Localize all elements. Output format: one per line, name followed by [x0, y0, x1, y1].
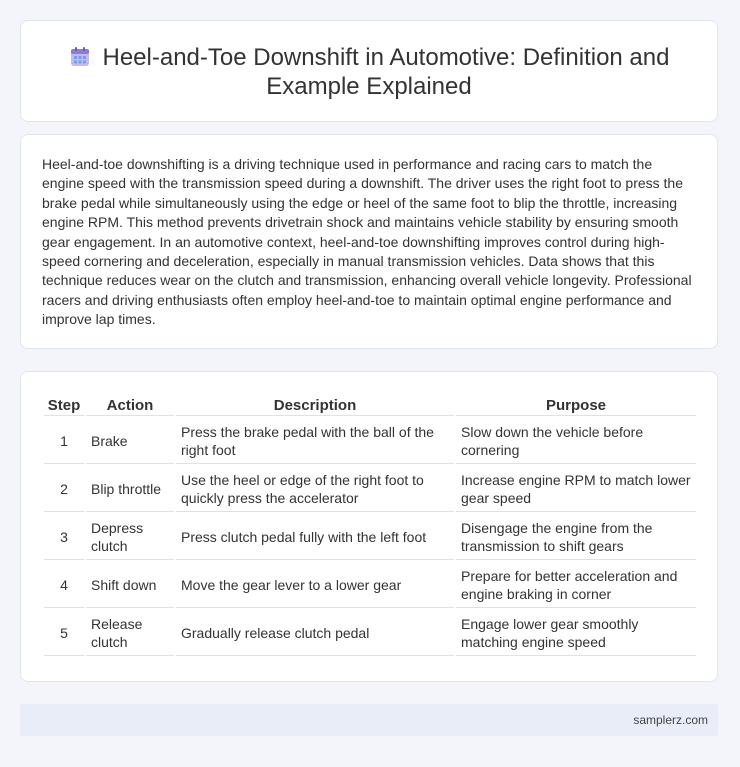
- footer: samplerz.com: [20, 704, 718, 736]
- step-action: Blip throttle: [86, 466, 174, 512]
- table-row: 4 Shift down Move the gear lever to a lo…: [44, 562, 696, 608]
- intro-card: Heel-and-toe downshifting is a driving t…: [20, 134, 718, 349]
- step-action: Shift down: [86, 562, 174, 608]
- step-purpose: Disengage the engine from the transmissi…: [456, 514, 696, 560]
- column-header-description: Description: [176, 394, 454, 416]
- calendar-grid-icon: [69, 46, 91, 68]
- step-description: Gradually release clutch pedal: [176, 610, 454, 656]
- step-description: Press clutch pedal fully with the left f…: [176, 514, 454, 560]
- intro-paragraph: Heel-and-toe downshifting is a driving t…: [42, 156, 692, 328]
- column-header-purpose: Purpose: [456, 394, 696, 416]
- step-description: Press the brake pedal with the ball of t…: [176, 418, 454, 464]
- step-description: Use the heel or edge of the right foot t…: [176, 466, 454, 512]
- step-action: Release clutch: [86, 610, 174, 656]
- step-number: 4: [44, 562, 84, 608]
- step-purpose: Prepare for better acceleration and engi…: [456, 562, 696, 608]
- step-action: Brake: [86, 418, 174, 464]
- step-action: Depress clutch: [86, 514, 174, 560]
- page-title: Heel-and-Toe Downshift in Automotive: De…: [61, 43, 677, 101]
- step-purpose: Increase engine RPM to match lower gear …: [456, 466, 696, 512]
- table-row: 2 Blip throttle Use the heel or edge of …: [44, 466, 696, 512]
- steps-table: Step Action Description Purpose 1 Brake …: [42, 392, 698, 658]
- step-purpose: Engage lower gear smoothly matching engi…: [456, 610, 696, 656]
- step-number: 1: [44, 418, 84, 464]
- step-purpose: Slow down the vehicle before cornering: [456, 418, 696, 464]
- column-header-action: Action: [86, 394, 174, 416]
- title-card: Heel-and-Toe Downshift in Automotive: De…: [20, 20, 718, 122]
- table-row: 3 Depress clutch Press clutch pedal full…: [44, 514, 696, 560]
- table-header-row: Step Action Description Purpose: [44, 394, 696, 416]
- step-number: 5: [44, 610, 84, 656]
- step-number: 2: [44, 466, 84, 512]
- footer-site-link[interactable]: samplerz.com: [633, 713, 708, 727]
- step-number: 3: [44, 514, 84, 560]
- page-title-text: Heel-and-Toe Downshift in Automotive: De…: [102, 44, 670, 100]
- column-header-step: Step: [44, 394, 84, 416]
- table-row: 5 Release clutch Gradually release clutc…: [44, 610, 696, 656]
- steps-table-card: Step Action Description Purpose 1 Brake …: [20, 371, 718, 682]
- step-description: Move the gear lever to a lower gear: [176, 562, 454, 608]
- table-row: 1 Brake Press the brake pedal with the b…: [44, 418, 696, 464]
